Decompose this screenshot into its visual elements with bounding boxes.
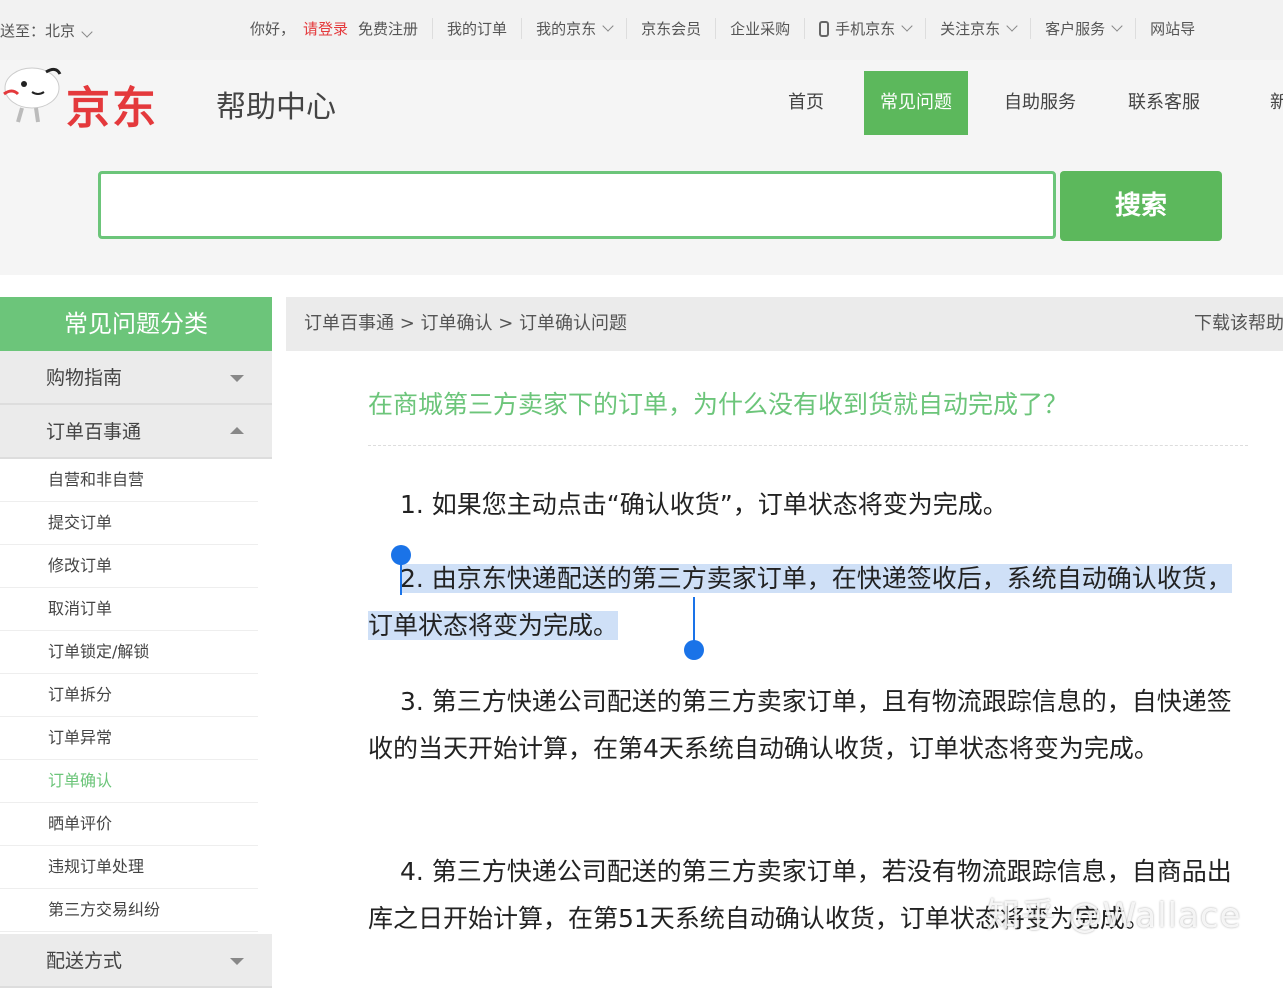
breadcrumb[interactable]: 订单百事通 > 订单确认 > 订单确认问题 bbox=[304, 297, 627, 351]
sidebar-category-label: 配送方式 bbox=[46, 950, 123, 972]
sidebar-item-self-operated[interactable]: 自营和非自营 bbox=[0, 459, 258, 502]
jd-logo-text[interactable]: 京东 bbox=[66, 72, 158, 136]
selection-start-caret bbox=[400, 559, 402, 595]
sidebar-category-orders[interactable]: 订单百事通 bbox=[0, 405, 272, 459]
sidebar-item-modify-order[interactable]: 修改订单 bbox=[0, 545, 258, 588]
greeting-text: 你好， bbox=[250, 20, 296, 38]
header: 京东 帮助中心 首页 常见问题 自助服务 联系客服 新手 bbox=[0, 60, 1283, 135]
site-nav-label: 网站导 bbox=[1150, 20, 1196, 38]
page-title: 帮助中心 bbox=[216, 90, 336, 125]
search-button[interactable]: 搜索 bbox=[1060, 171, 1222, 241]
sidebar-category-label: 订单百事通 bbox=[46, 421, 142, 443]
sidebar-item-order-lock[interactable]: 订单锁定/解锁 bbox=[0, 631, 258, 674]
download-help-link[interactable]: 下载该帮助 bbox=[1194, 297, 1283, 351]
chevron-down-icon bbox=[1006, 20, 1018, 32]
sidebar-item-order-split[interactable]: 订单拆分 bbox=[0, 674, 258, 717]
answer-paragraph-2[interactable]: 2. 由京东快递配送的第三方卖家订单，在快递签收后，系统自动确认收货，订单状态将… bbox=[368, 555, 1248, 649]
breadcrumb-bar: 订单百事通 > 订单确认 > 订单确认问题 下载该帮助 bbox=[286, 297, 1283, 351]
sidebar-item-review[interactable]: 晒单评价 bbox=[0, 803, 258, 846]
selected-text[interactable]: 2. 由京东快递配送的第三方卖家订单，在快递签收后，系统自动确认收货，订单状态将… bbox=[368, 564, 1232, 640]
answer-paragraph-3: 3. 第三方快递公司配送的第三方卖家订单，且有物流跟踪信息的，自快递签收的当天开… bbox=[368, 687, 1232, 763]
location-label: 送至：北京 bbox=[0, 22, 76, 40]
main-nav: 首页 常见问题 自助服务 联系客服 新手 bbox=[768, 71, 1283, 135]
sidebar-category-delivery[interactable]: 配送方式 bbox=[0, 934, 272, 988]
follow-jd-label: 关注京东 bbox=[940, 20, 1001, 38]
enterprise-link[interactable]: 企业采购 bbox=[715, 18, 804, 39]
chevron-down-icon bbox=[901, 20, 913, 32]
sidebar-category-label: 购物指南 bbox=[46, 367, 123, 389]
my-jd-label: 我的京东 bbox=[536, 20, 597, 38]
sidebar-item-dispute[interactable]: 第三方交易纠纷 bbox=[0, 889, 258, 932]
article: 在商城第三方卖家下的订单，为什么没有收到货就自动完成了？ 1. 如果您主动点击“… bbox=[286, 351, 1283, 962]
sidebar-item-submit-order[interactable]: 提交订单 bbox=[0, 502, 258, 545]
site-nav-menu[interactable]: 网站导 bbox=[1135, 18, 1209, 39]
answer-paragraph-1: 1. 如果您主动点击“确认收货”，订单状态将变为完成。 bbox=[400, 490, 1008, 519]
nav-faq[interactable]: 常见问题 bbox=[864, 71, 968, 135]
customer-service-menu[interactable]: 客户服务 bbox=[1030, 18, 1135, 39]
nav-contact[interactable]: 联系客服 bbox=[1112, 71, 1216, 135]
nav-newbie[interactable]: 新手 bbox=[1236, 71, 1283, 135]
question-title: 在商城第三方卖家下的订单，为什么没有收到货就自动完成了？ bbox=[368, 390, 1069, 419]
jd-member-label: 京东会员 bbox=[641, 20, 702, 38]
sidebar-title: 常见问题分类 bbox=[0, 297, 272, 351]
mobile-jd-label: 手机京东 bbox=[835, 20, 896, 38]
enterprise-label: 企业采购 bbox=[730, 20, 791, 38]
sidebar-item-order-exception[interactable]: 订单异常 bbox=[0, 717, 258, 760]
login-link[interactable]: 请登录 bbox=[303, 18, 348, 39]
caret-down-icon bbox=[230, 375, 244, 382]
mobile-jd-menu[interactable]: 手机京东 bbox=[804, 18, 925, 39]
sidebar-category-shopping-guide[interactable]: 购物指南 bbox=[0, 351, 272, 405]
nav-self-service[interactable]: 自助服务 bbox=[988, 71, 1092, 135]
location-selector[interactable]: 送至：北京 bbox=[0, 20, 93, 41]
caret-up-icon bbox=[230, 427, 244, 434]
my-orders-link[interactable]: 我的订单 bbox=[432, 18, 521, 39]
chevron-down-icon bbox=[81, 26, 93, 38]
my-orders-label: 我的订单 bbox=[447, 20, 508, 38]
sidebar-item-violation[interactable]: 违规订单处理 bbox=[0, 846, 258, 889]
chevron-down-icon bbox=[1111, 20, 1123, 32]
follow-jd-menu[interactable]: 关注京东 bbox=[925, 18, 1030, 39]
top-links: 你好， 请登录 免费注册 我的订单 我的京东 京东会员 企业采购 手机京东 关注… bbox=[250, 18, 1209, 39]
jd-member-link[interactable]: 京东会员 bbox=[626, 18, 715, 39]
sidebar-item-order-confirm[interactable]: 订单确认 bbox=[0, 760, 258, 803]
selection-end-handle[interactable] bbox=[684, 640, 704, 660]
chevron-down-icon bbox=[602, 20, 614, 32]
nav-home[interactable]: 首页 bbox=[768, 71, 844, 135]
watermark: 知乎 @Wallace bbox=[986, 896, 1242, 936]
register-link[interactable]: 免费注册 bbox=[358, 18, 418, 39]
sidebar: 常见问题分类 购物指南 订单百事通 自营和非自营 提交订单 修改订单 取消订单 … bbox=[0, 297, 272, 988]
my-jd-menu[interactable]: 我的京东 bbox=[521, 18, 626, 39]
selection-end-caret bbox=[693, 597, 695, 643]
jd-dog-logo-icon[interactable] bbox=[2, 64, 62, 126]
phone-icon bbox=[819, 20, 830, 37]
divider bbox=[368, 445, 1248, 446]
sidebar-item-cancel-order[interactable]: 取消订单 bbox=[0, 588, 258, 631]
customer-service-label: 客户服务 bbox=[1045, 20, 1106, 38]
search-input[interactable] bbox=[98, 171, 1056, 239]
top-bar: 送至：北京 你好， 请登录 免费注册 我的订单 我的京东 京东会员 企业采购 手… bbox=[0, 0, 1283, 60]
search-band: 搜索 bbox=[0, 135, 1283, 275]
